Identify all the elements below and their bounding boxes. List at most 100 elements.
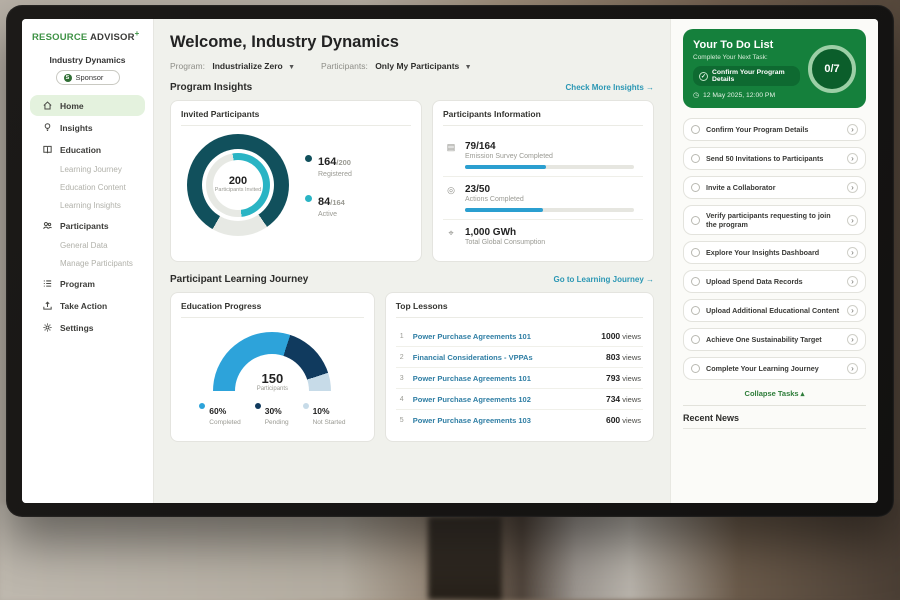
sidebar-item-label: Education Content <box>60 183 126 192</box>
sidebar-item-label: Education <box>60 145 101 155</box>
task-item[interactable]: Achieve One Sustainability Target › <box>683 328 866 351</box>
sidebar-item-learning-insights[interactable]: Learning Insights <box>30 197 145 214</box>
donut-center-value: 200 <box>229 175 247 187</box>
go-to-learning-journey-link[interactable]: Go to Learning Journey → <box>554 275 654 284</box>
chevron-right-icon[interactable]: › <box>847 276 858 287</box>
task-checkbox[interactable] <box>691 125 700 134</box>
task-item[interactable]: Upload Additional Educational Content › <box>683 299 866 322</box>
info-value: 23/50 <box>465 184 641 195</box>
lesson-link[interactable]: Power Purchase Agreements 101 <box>413 374 599 383</box>
task-item[interactable]: Send 50 Invitations to Participants › <box>683 147 866 170</box>
page-title: Welcome, Industry Dynamics <box>170 33 654 52</box>
sidebar-item-manage-participants[interactable]: Manage Participants <box>30 255 145 272</box>
participants-filter-label: Participants: <box>321 61 368 71</box>
task-checkbox[interactable] <box>691 306 700 315</box>
check-icon: ✓ <box>699 72 708 81</box>
task-label: Invite a Collaborator <box>706 183 841 192</box>
task-item[interactable]: Invite a Collaborator › <box>683 176 866 199</box>
sponsor-badge[interactable]: S Sponsor <box>56 70 120 85</box>
chevron-right-icon[interactable]: › <box>847 247 858 258</box>
task-checkbox[interactable] <box>691 216 700 225</box>
sidebar-item-program[interactable]: Program <box>30 273 145 294</box>
task-checkbox[interactable] <box>691 183 700 192</box>
sidebar-item-education-content[interactable]: Education Content <box>30 179 145 196</box>
sidebar-item-label: Learning Insights <box>60 201 121 210</box>
lesson-link[interactable]: Power Purchase Agreements 103 <box>413 416 599 425</box>
legend-label: Not Started <box>313 419 346 426</box>
main-content: Welcome, Industry Dynamics Program: Indu… <box>154 19 670 503</box>
lesson-row: 3 Power Purchase Agreements 101 793 view… <box>396 368 643 389</box>
dashboard-screen: RESOURCE ADVISOR+ Industry Dynamics S Sp… <box>22 19 878 503</box>
lesson-link[interactable]: Financial Considerations - VPPAs <box>413 353 599 362</box>
collapse-tasks-button[interactable]: Collapse Tasks ▴ <box>683 386 866 405</box>
program-list-icon <box>42 278 53 289</box>
sidebar-item-settings[interactable]: Settings <box>30 317 145 338</box>
sidebar-item-learning-journey[interactable]: Learning Journey <box>30 161 145 178</box>
sidebar-item-education[interactable]: Education <box>30 139 145 160</box>
chevron-right-icon[interactable]: › <box>847 334 858 345</box>
legend-item: 60% Completed <box>199 401 240 426</box>
program-filter[interactable]: Program: Industrialize Zero ▼ <box>170 61 295 71</box>
task-item[interactable]: Confirm Your Program Details › <box>683 118 866 141</box>
legend-dot <box>305 155 312 162</box>
filter-bar: Program: Industrialize Zero ▼ Participan… <box>170 61 654 71</box>
chevron-right-icon[interactable]: › <box>847 305 858 316</box>
legend-total: /164 <box>330 198 345 207</box>
logo-part1: RESOURCE <box>32 32 87 43</box>
program-insights-header: Program Insights Check More Insights → <box>170 82 654 93</box>
lesson-row: 4 Power Purchase Agreements 102 734 view… <box>396 389 643 410</box>
lesson-rank: 4 <box>398 396 406 403</box>
task-checkbox[interactable] <box>691 364 700 373</box>
task-checkbox[interactable] <box>691 277 700 286</box>
participants-filter-value[interactable]: Only My Participants <box>375 61 459 71</box>
chevron-right-icon[interactable]: › <box>847 153 858 164</box>
sidebar-item-participants[interactable]: Participants <box>30 215 145 236</box>
task-item[interactable]: Explore Your Insights Dashboard › <box>683 241 866 264</box>
legend-value: 60% <box>209 406 226 416</box>
next-task-pill[interactable]: ✓ Confirm Your Program Details <box>693 66 800 86</box>
participants-filter[interactable]: Participants: Only My Participants ▼ <box>321 61 472 71</box>
education-book-icon <box>42 144 53 155</box>
monitor-stand <box>428 516 502 600</box>
todo-subtitle: Complete Your Next Task: <box>693 54 800 61</box>
sidebar-item-general-data[interactable]: General Data <box>30 237 145 254</box>
chevron-right-icon[interactable]: › <box>847 215 858 226</box>
sidebar-item-label: Settings <box>60 323 94 333</box>
gauge-legend: 60% Completed 30% Pending 10% Not Starte… <box>199 401 345 426</box>
lesson-link[interactable]: Power Purchase Agreements 102 <box>413 395 599 404</box>
todo-panel: Your To Do List Complete Your Next Task:… <box>670 19 878 503</box>
task-item[interactable]: Complete Your Learning Journey › <box>683 357 866 380</box>
task-item[interactable]: Upload Spend Data Records › <box>683 270 866 293</box>
info-label: Total Global Consumption <box>465 239 641 246</box>
sidebar-item-label: Program <box>60 279 95 289</box>
task-checkbox[interactable] <box>691 335 700 344</box>
insights-icon <box>42 122 53 133</box>
lesson-link[interactable]: Power Purchase Agreements 101 <box>413 332 594 341</box>
lesson-row: 5 Power Purchase Agreements 103 600 view… <box>396 410 643 430</box>
info-row: ⌖ 1,000 GWh Total Global Consumption <box>443 220 643 253</box>
task-checkbox[interactable] <box>691 154 700 163</box>
task-item[interactable]: Verify participants requesting to join t… <box>683 205 866 235</box>
chevron-down-icon: ▼ <box>288 64 295 71</box>
legend-value: 10% <box>313 406 330 416</box>
chevron-right-icon[interactable]: › <box>847 182 858 193</box>
lesson-row: 1 Power Purchase Agreements 101 1000 vie… <box>396 326 643 347</box>
sidebar-item-insights[interactable]: Insights <box>30 117 145 138</box>
sidebar-item-take-action[interactable]: Take Action <box>30 295 145 316</box>
sidebar-item-label: Manage Participants <box>60 259 133 268</box>
info-label: Actions Completed <box>465 196 641 203</box>
program-filter-value[interactable]: Industrialize Zero <box>212 61 282 71</box>
next-task-label: Confirm Your Program Details <box>712 69 794 83</box>
lesson-views: 803 <box>606 352 620 362</box>
lesson-rank: 2 <box>398 354 406 361</box>
check-more-insights-link[interactable]: Check More Insights → <box>566 83 654 92</box>
recent-news-section: Recent News <box>683 405 866 429</box>
task-checkbox[interactable] <box>691 248 700 257</box>
invited-participants-card: Invited Participants 200 Participants In… <box>170 100 422 262</box>
logo-plus: + <box>135 29 140 38</box>
card-title: Education Progress <box>181 301 364 318</box>
gauge-center-value: 150 <box>213 371 331 386</box>
chevron-right-icon[interactable]: › <box>847 363 858 374</box>
sidebar-item-home[interactable]: Home <box>30 95 145 116</box>
chevron-right-icon[interactable]: › <box>847 124 858 135</box>
